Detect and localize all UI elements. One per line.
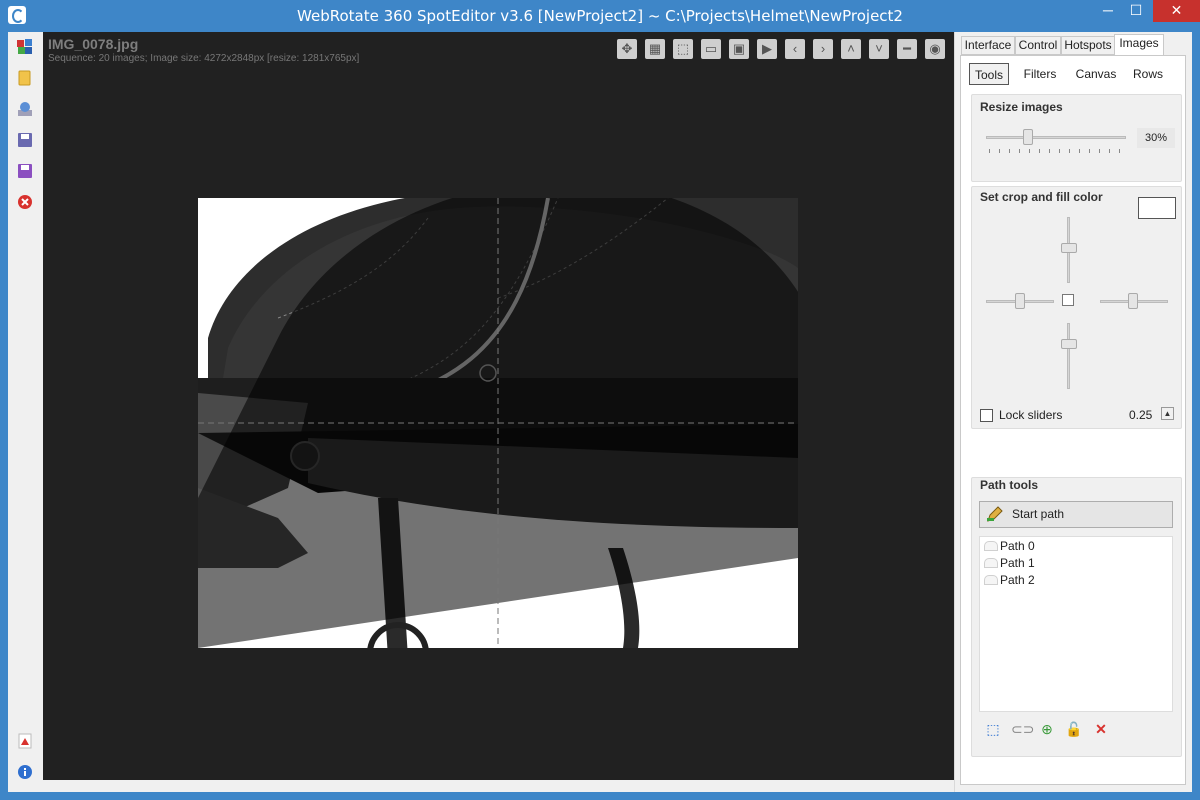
crop-top-slider[interactable]	[1061, 243, 1077, 253]
unlock-icon[interactable]: 🔓	[1065, 720, 1083, 738]
title-bar: WebRotate 360 SpotEditor v3.6 [NewProjec…	[0, 0, 1200, 32]
play-button[interactable]: ▶	[757, 39, 777, 59]
resize-slider-ticks	[989, 149, 1120, 153]
row-up-button[interactable]: ˄	[841, 39, 861, 59]
product-image	[198, 198, 798, 648]
lock-sliders-label: Lock sliders	[999, 408, 1063, 422]
path-tools-group: Path tools Start path Path 0 Path 1 Path…	[971, 477, 1182, 757]
close-button[interactable]: ✕	[1153, 0, 1200, 22]
record-button[interactable]: ◉	[925, 39, 945, 59]
resize-slider-wrap: 30%	[959, 55, 1185, 175]
status-bar	[43, 780, 954, 792]
crop-right-slider[interactable]	[1128, 293, 1138, 309]
pan-tool-button[interactable]: ✥	[617, 39, 637, 59]
resize-slider-track	[986, 136, 1126, 139]
image-filename: IMG_0078.jpg	[48, 36, 139, 52]
path-tools-title: Path tools	[980, 478, 1039, 492]
image-canvas[interactable]: IMG_0078.jpg Sequence: 20 images; Image …	[43, 32, 954, 780]
crop-bottom-track	[1067, 323, 1070, 389]
image-info: Sequence: 20 images; Image size: 4272x28…	[48, 53, 360, 64]
pencil-add-icon	[987, 506, 1003, 522]
folder-icon[interactable]	[17, 70, 33, 86]
start-path-button[interactable]: Start path	[979, 501, 1173, 528]
link-add-icon[interactable]: ⊕	[1038, 720, 1056, 738]
path-item-icon	[984, 558, 998, 568]
tab-images[interactable]: Images	[1114, 34, 1164, 56]
zoom-out-button[interactable]: ━	[897, 39, 917, 59]
info-icon[interactable]	[17, 764, 33, 780]
resize-percent: 30%	[1137, 128, 1175, 148]
link-icon[interactable]: ⊂⊃	[1011, 720, 1034, 738]
window-title: WebRotate 360 SpotEditor v3.6 [NewProjec…	[297, 7, 903, 25]
save-as-icon[interactable]	[17, 132, 33, 148]
previous-frame-button[interactable]: ‹	[785, 39, 805, 59]
lock-sliders-checkbox[interactable]	[980, 409, 993, 422]
grid-button[interactable]: ▦	[645, 39, 665, 59]
list-item[interactable]: Path 0	[984, 539, 1035, 553]
rotation-shadow-overlay	[198, 198, 798, 648]
path-item-icon	[984, 575, 998, 585]
resize-slider[interactable]	[1023, 129, 1033, 145]
publish-icon[interactable]	[17, 101, 33, 117]
select-area-button[interactable]: ⬚	[673, 39, 693, 59]
start-path-label: Start path	[1012, 507, 1065, 521]
next-frame-button[interactable]: ›	[813, 39, 833, 59]
crop-view-button[interactable]: ▭	[701, 39, 721, 59]
crop-group: Set crop and fill color Lock sliders 0.2…	[971, 186, 1182, 429]
lock-value: 0.25	[1129, 408, 1153, 422]
pdf-icon[interactable]	[17, 733, 33, 749]
select-path-icon[interactable]: ⬚	[984, 720, 1002, 738]
tab-control[interactable]: Control	[1015, 36, 1061, 55]
crop-bottom-slider[interactable]	[1061, 339, 1077, 349]
crop-title: Set crop and fill color	[980, 190, 1103, 204]
fill-color-swatch[interactable]	[1138, 197, 1176, 219]
path-item-label: Path 1	[1000, 556, 1035, 570]
save-icon[interactable]	[17, 163, 33, 179]
apps-icon[interactable]	[17, 39, 33, 55]
fit-view-button[interactable]: ▣	[729, 39, 749, 59]
tab-hotspots[interactable]: Hotspots	[1061, 36, 1115, 55]
left-toolbar	[8, 32, 43, 792]
list-item[interactable]: Path 1	[984, 556, 1035, 570]
crop-left-slider[interactable]	[1015, 293, 1025, 309]
row-down-button[interactable]: ˅	[869, 39, 889, 59]
list-item[interactable]: Path 2	[984, 573, 1035, 587]
crop-center-icon[interactable]	[1062, 294, 1074, 306]
lock-value-spinner[interactable]: ▲	[1161, 407, 1174, 420]
path-list[interactable]: Path 0 Path 1 Path 2	[979, 536, 1173, 712]
maximize-button[interactable]: ☐	[1121, 0, 1151, 22]
delete-icon[interactable]: ✕	[1092, 720, 1110, 738]
path-item-label: Path 0	[1000, 539, 1035, 553]
close-project-icon[interactable]	[17, 194, 33, 210]
path-item-icon	[984, 541, 998, 551]
path-item-label: Path 2	[1000, 573, 1035, 587]
tab-interface[interactable]: Interface	[961, 36, 1015, 55]
